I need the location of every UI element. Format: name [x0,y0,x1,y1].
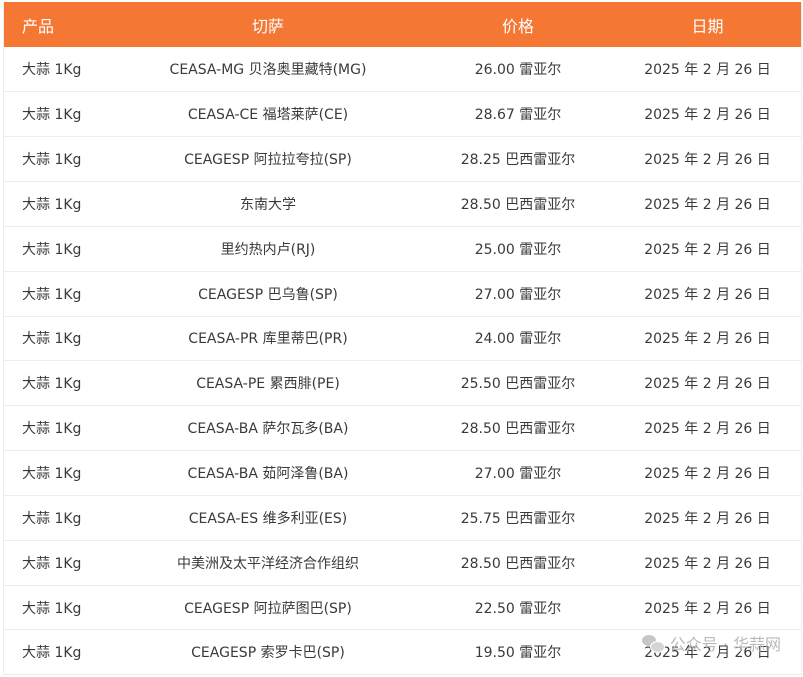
cell-date: 2025 年 2 月 26 日 [644,286,771,303]
cell-market: CEAGESP 阿拉萨图巴(SP) [184,600,352,617]
table-body: 大蒜 1Kg CEASA-MG 贝洛奥里藏特(MG) 26.00 雷亚尔 2025 年… [4,47,801,675]
cell-date: 2025 年 2 月 26 日 [644,196,771,213]
cell-market: CEASA-BA 萨尔瓦多(BA) [187,421,349,438]
table-row: 大蒜 1Kg CEASA-MG 贝洛奥里藏特(MG) 26.00 雷亚尔 2025 年… [4,47,801,92]
cell-product: 大蒜 1Kg [22,107,82,124]
cell-date: 2025 年 2 月 26 日 [644,152,771,169]
table-row: 大蒜 1Kg CEASA-PE 累西腓(PE) 25.50 巴西雷亚尔 2025 年 … [4,361,801,406]
cell-price: 28.50 巴西雷亚尔 [460,196,576,213]
cell-price: 28.50 巴西雷亚尔 [460,421,576,438]
cell-market: CEAGESP 巴乌鲁(SP) [198,286,338,303]
cell-product: 大蒜 1Kg [22,510,82,527]
cell-price: 27.00 雷亚尔 [474,286,562,303]
cell-date: 2025 年 2 月 26 日 [644,241,771,258]
cell-price: 25.75 巴西雷亚尔 [460,510,576,527]
header-product: 产品 [22,16,55,36]
cell-date: 2025 年 2 月 26 日 [644,376,771,393]
cell-product: 大蒜 1Kg [22,196,82,213]
cell-product: 大蒜 1Kg [22,62,82,79]
cell-product: 大蒜 1Kg [22,286,82,303]
price-table-container: 产品 切萨 价格 日期 大蒜 1Kg CEASA-MG 贝洛奥里藏特(MG) 26.… [3,2,802,676]
cell-price: 28.67 雷亚尔 [474,107,562,124]
cell-price: 27.00 雷亚尔 [474,466,562,483]
cell-market: CEASA-PE 累西腓(PE) [196,376,340,393]
table-row: 大蒜 1Kg CEAGESP 巴乌鲁(SP) 27.00 雷亚尔 2025 年 2 月… [4,271,801,317]
cell-price: 19.50 雷亚尔 [474,645,562,662]
cell-market: 里约热内卢(RJ) [220,241,316,258]
table-row: 大蒜 1Kg CEASA-BA 茹阿泽鲁(BA) 27.00 雷亚尔 2025 年 2… [4,451,801,496]
cell-price: 22.50 雷亚尔 [474,600,562,617]
cell-date: 2025 年 2 月 26 日 [644,466,771,483]
cell-market: CEASA-MG 贝洛奥里藏特(MG) [169,62,367,79]
header-row: 产品 切萨 价格 日期 [4,2,801,47]
table-row: 大蒜 1Kg 中美洲及太平洋经济合作组织 28.50 巴西雷亚尔 2025 年 2 月… [4,540,801,586]
cell-product: 大蒜 1Kg [22,555,82,572]
table-row: 大蒜 1Kg CEASA-ES 维多利亚(ES) 25.75 巴西雷亚尔 2025 年… [4,495,801,541]
cell-market: CEASA-ES 维多利亚(ES) [188,510,348,527]
cell-price: 28.25 巴西雷亚尔 [460,152,576,169]
cell-price: 25.50 巴西雷亚尔 [460,376,576,393]
table-header: 产品 切萨 价格 日期 [4,2,801,47]
cell-date: 2025 年 2 月 26 日 [644,107,771,124]
table-row: 大蒜 1Kg 里约热内卢(RJ) 25.00 雷亚尔 2025 年 2 月 26 日 [4,226,801,272]
table-row: 大蒜 1Kg CEAGESP 阿拉拉夸拉(SP) 28.25 巴西雷亚尔 2025 年… [4,137,801,182]
cell-price: 25.00 雷亚尔 [474,241,562,258]
table-row: 大蒜 1Kg 东南大学 28.50 巴西雷亚尔 2025 年 2 月 26 日 [4,182,801,227]
cell-date: 2025 年 2 月 26 日 [644,62,771,79]
wechat-icon [641,633,665,653]
cell-product: 大蒜 1Kg [22,152,82,169]
cell-market: 东南大学 [240,196,296,213]
cell-price: 24.00 雷亚尔 [474,331,562,348]
cell-product: 大蒜 1Kg [22,466,82,483]
cell-product: 大蒜 1Kg [22,376,82,393]
cell-date: 2025 年 2 月 26 日 [644,331,771,348]
price-table: 产品 切萨 价格 日期 大蒜 1Kg CEASA-MG 贝洛奥里藏特(MG) 26.… [4,2,801,675]
cell-price: 26.00 雷亚尔 [474,62,562,79]
cell-market: CEAGESP 阿拉拉夸拉(SP) [184,152,352,169]
table-row: 大蒜 1Kg CEAGESP 阿拉萨图巴(SP) 22.50 雷亚尔 2025 年 2… [4,585,801,630]
cell-product: 大蒜 1Kg [22,645,82,662]
cell-price: 28.50 巴西雷亚尔 [460,555,576,572]
cell-date: 2025 年 2 月 26 日 [644,555,771,572]
cell-date: 2025 年 2 月 26 日 [644,600,771,617]
cell-product: 大蒜 1Kg [22,241,82,258]
header-market: 切萨 [251,16,284,36]
cell-product: 大蒜 1Kg [22,600,82,617]
watermark-text: 公众号 · 华蒜网 [669,635,781,654]
watermark: 公众号 · 华蒜网 [641,631,781,655]
cell-market: CEASA-PR 库里蒂巴(PR) [188,331,348,348]
table-row: 大蒜 1Kg CEASA-PR 库里蒂巴(PR) 24.00 雷亚尔 2025 年 2… [4,316,801,361]
cell-date: 2025 年 2 月 26 日 [644,510,771,527]
cell-market: CEASA-CE 福塔莱萨(CE) [187,107,349,124]
header-date: 日期 [691,16,724,36]
header-price: 价格 [501,16,534,36]
table-row: 大蒜 1Kg CEASA-BA 萨尔瓦多(BA) 28.50 巴西雷亚尔 2025 年… [4,406,801,451]
cell-date: 2025 年 2 月 26 日 [644,421,771,438]
cell-market: CEAGESP 索罗卡巴(SP) [191,645,345,662]
cell-market: 中美洲及太平洋经济合作组织 [177,555,359,572]
cell-market: CEASA-BA 茹阿泽鲁(BA) [187,466,349,483]
cell-product: 大蒜 1Kg [22,331,82,348]
table-row: 大蒜 1Kg CEASA-CE 福塔莱萨(CE) 28.67 雷亚尔 2025 年 2… [4,92,801,137]
cell-product: 大蒜 1Kg [22,421,82,438]
